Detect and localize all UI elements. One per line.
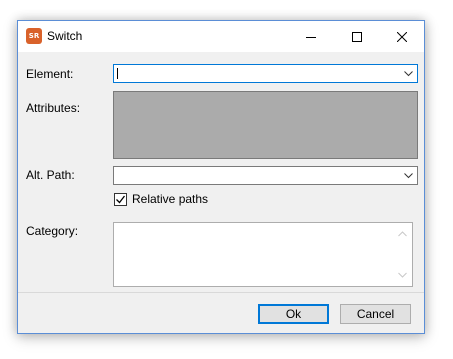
close-button[interactable] [379,21,425,52]
minimize-button[interactable] [288,21,334,52]
switch-dialog: SR Switch Element: Attributes: Alt. Path… [17,20,425,334]
scroll-down-icon[interactable] [398,272,407,278]
element-combobox[interactable] [113,64,418,83]
checkmark-icon [116,195,125,204]
category-label: Category: [26,224,79,238]
text-caret [117,68,118,79]
cancel-button[interactable]: Cancel [340,304,411,324]
scroll-up-icon[interactable] [398,231,407,237]
relative-paths-checkbox[interactable] [114,193,127,206]
chevron-down-icon[interactable] [404,173,413,179]
maximize-icon [352,31,362,42]
window-title: Switch [47,29,83,43]
maximize-button[interactable] [334,21,380,52]
attributes-label: Attributes: [26,101,81,115]
close-icon [397,31,407,42]
alt-path-combobox[interactable] [113,166,418,185]
app-icon: SR [26,28,42,44]
element-label: Element: [26,67,74,81]
alt-path-label: Alt. Path: [26,168,75,182]
title-bar[interactable]: SR Switch [18,21,424,52]
ok-button[interactable]: Ok [258,304,329,324]
minimize-icon [306,36,316,38]
attributes-panel [113,91,418,159]
chevron-down-icon[interactable] [404,71,413,77]
relative-paths-label[interactable]: Relative paths [132,192,208,206]
category-textarea[interactable] [113,222,413,287]
divider [18,292,424,293]
